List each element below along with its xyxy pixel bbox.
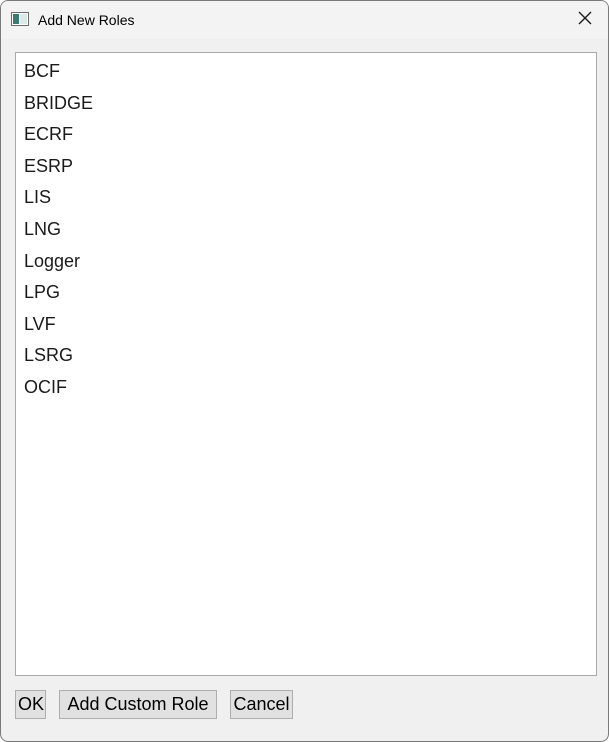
role-list-item[interactable]: LSRG xyxy=(16,340,596,372)
role-list-item[interactable]: LIS xyxy=(16,182,596,214)
cancel-button[interactable]: Cancel xyxy=(230,690,293,719)
role-list-item[interactable]: Logger xyxy=(16,246,596,278)
ok-button[interactable]: OK xyxy=(15,690,46,719)
add-new-roles-dialog: Add New Roles BCF BRIDGE ECRF ESRP LIS L… xyxy=(0,0,609,742)
add-custom-role-button[interactable]: Add Custom Role xyxy=(59,690,217,719)
role-list-item[interactable]: ECRF xyxy=(16,119,596,151)
title-bar[interactable]: Add New Roles xyxy=(1,1,608,39)
role-list-item[interactable]: BRIDGE xyxy=(16,88,596,120)
role-list-item[interactable]: BCF xyxy=(16,56,596,88)
roles-listbox[interactable]: BCF BRIDGE ECRF ESRP LIS LNG Logger LPG … xyxy=(15,52,597,676)
role-list-item[interactable]: LNG xyxy=(16,214,596,246)
app-window-icon xyxy=(11,12,29,26)
window-title: Add New Roles xyxy=(38,12,135,28)
role-list-item[interactable]: OCIF xyxy=(16,372,596,404)
close-button[interactable] xyxy=(562,1,608,39)
role-list-item[interactable]: LPG xyxy=(16,277,596,309)
role-list-item[interactable]: ESRP xyxy=(16,151,596,183)
close-icon xyxy=(578,11,592,30)
role-list-item[interactable]: LVF xyxy=(16,309,596,341)
